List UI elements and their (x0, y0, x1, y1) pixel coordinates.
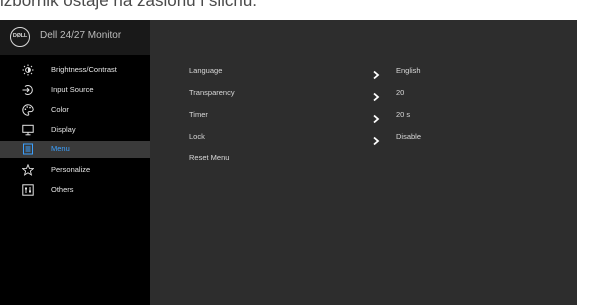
star-icon (22, 164, 34, 176)
monitor-osd: DØLL Dell 24/27 Monitor Brightness/Contr… (0, 20, 577, 305)
menu-icon (22, 143, 34, 155)
sidebar-item-label: Menu (51, 144, 70, 153)
sidebar-item-menu[interactable]: Menu (0, 141, 150, 158)
brand-header: DØLL Dell 24/27 Monitor (0, 20, 150, 55)
setting-value: 20 (396, 88, 405, 97)
chevron-right-icon (372, 131, 380, 146)
setting-label: Reset Menu (189, 153, 230, 162)
setting-row-language[interactable]: Language English (150, 62, 577, 80)
sidebar-item-label: Brightness/Contrast (51, 65, 117, 74)
sun-icon (22, 64, 34, 76)
setting-row-timer[interactable]: Timer 20 s (150, 106, 577, 124)
setting-value: Disable (396, 132, 422, 141)
display-monitor-icon (22, 124, 34, 136)
chevron-right-icon (372, 87, 380, 102)
sidebar-item-personalize[interactable]: Personalize (0, 162, 150, 179)
sidebar-item-label: Others (51, 185, 74, 194)
menu-settings-panel: Language English Transparency 20 Timer 2… (150, 55, 577, 305)
setting-label: Timer (189, 110, 208, 119)
others-icon (22, 184, 34, 196)
sidebar: DØLL Dell 24/27 Monitor Brightness/Contr… (0, 20, 150, 305)
sidebar-item-label: Display (51, 125, 76, 134)
sidebar-item-display[interactable]: Display (0, 122, 150, 139)
setting-label: Language (189, 66, 223, 75)
sidebar-item-label: Personalize (51, 165, 91, 174)
setting-value: English (396, 66, 421, 75)
page-caption: izbornik ostaje na zaslonu i sličnu. (0, 0, 258, 10)
monitor-title: Dell 24/27 Monitor (40, 30, 122, 41)
setting-value: 20 s (396, 110, 411, 119)
sidebar-item-color[interactable]: Color (0, 102, 150, 119)
color-palette-icon (22, 104, 34, 116)
sidebar-item-others[interactable]: Others (0, 182, 150, 199)
setting-label: Transparency (189, 88, 235, 97)
setting-row-reset-menu[interactable]: Reset Menu (150, 149, 577, 167)
dell-logo-icon: DØLL (10, 27, 30, 47)
input-source-icon (22, 84, 34, 96)
sidebar-item-label: Input Source (51, 85, 94, 94)
chevron-right-icon (372, 65, 380, 80)
setting-row-lock[interactable]: Lock Disable (150, 128, 577, 146)
setting-label: Lock (189, 132, 205, 141)
chevron-right-icon (372, 109, 380, 124)
sidebar-item-input-source[interactable]: Input Source (0, 82, 150, 99)
sidebar-item-brightness-contrast[interactable]: Brightness/Contrast (0, 62, 150, 79)
sidebar-item-label: Color (51, 105, 69, 114)
setting-row-transparency[interactable]: Transparency 20 (150, 84, 577, 102)
